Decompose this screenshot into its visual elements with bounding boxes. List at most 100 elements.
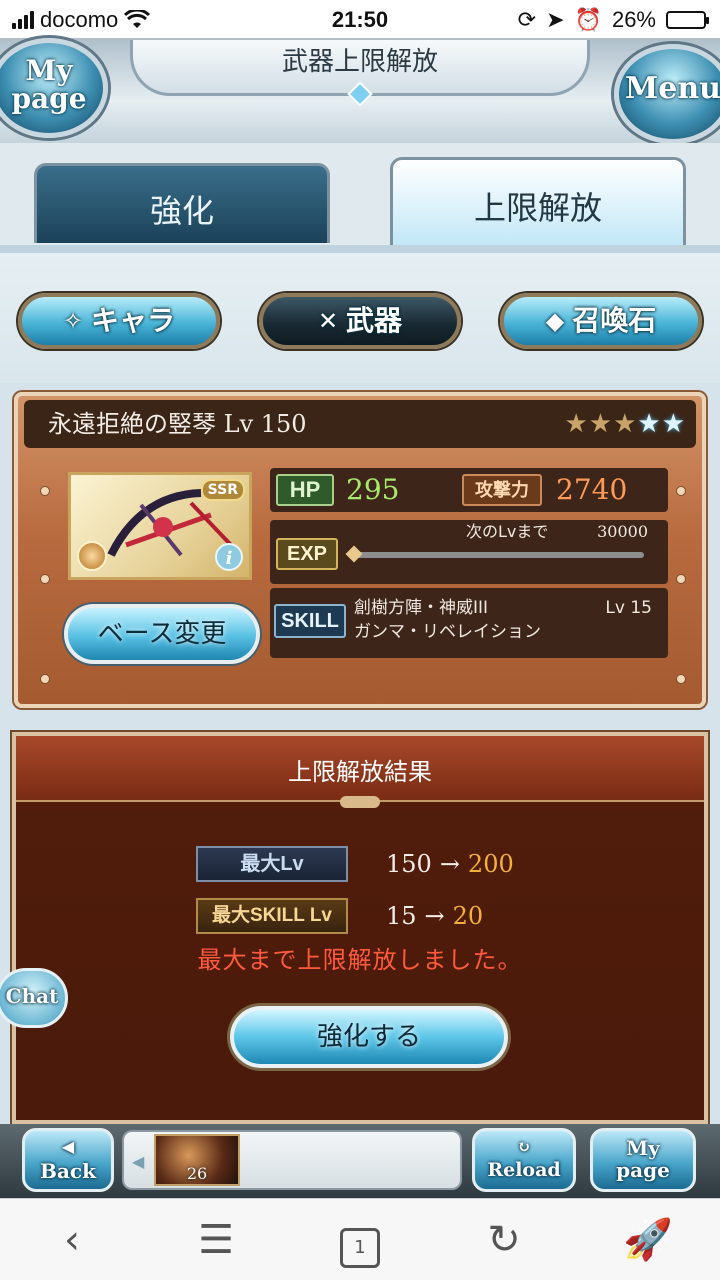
tab-count: 1 — [340, 1228, 380, 1268]
result-values: 150 → 200 — [386, 846, 514, 882]
tab-enhance[interactable]: 強化 — [34, 163, 330, 243]
mypage-label-1: My — [25, 54, 73, 87]
result-row-max-skill-lv: 最大SKILL Lv 15 → 20 — [196, 898, 616, 938]
crossed-swords-icon: ✕ — [317, 307, 339, 335]
tab-limit-break[interactable]: 上限解放 — [390, 157, 686, 249]
rivet-ornament — [676, 486, 686, 496]
browser-reload-icon[interactable]: ↻ — [474, 1215, 534, 1265]
game-bottom-bar: ◀ Back ◀ 26 ↻ Reload My page — [0, 1124, 720, 1198]
rotation-lock-icon: ⟳ — [517, 7, 537, 32]
game-header: My page 武器上限解放 Menu — [0, 38, 720, 144]
hp-value: 295 — [346, 473, 400, 506]
result-values: 15 → 20 — [386, 898, 483, 934]
star-blue-icon: ★ — [661, 409, 686, 439]
browser-menu-icon[interactable]: ☰ — [186, 1215, 246, 1265]
chat-button[interactable]: Chat — [0, 968, 68, 1028]
rocket-icon[interactable]: 🚀 — [618, 1215, 678, 1265]
back-button[interactable]: ◀ Back — [22, 1128, 114, 1192]
arrow-icon: → — [424, 902, 445, 930]
menu-button[interactable]: Menu — [614, 44, 720, 144]
value-before: 150 — [386, 850, 432, 878]
category-weapon-button[interactable]: ✕ 武器 — [259, 293, 461, 349]
mypage-label-2: page — [616, 1158, 670, 1182]
arrow-icon: → — [439, 850, 460, 878]
battery-percent: 26% — [611, 7, 656, 32]
tab-baseline — [0, 245, 720, 253]
next-lv-label: 次のLvまで — [466, 522, 549, 541]
rivet-ornament — [40, 486, 50, 496]
gem-ornament-icon — [347, 81, 373, 107]
menu-label: Menu — [625, 71, 720, 106]
back-label: Back — [40, 1159, 96, 1183]
queue-left-arrow-icon[interactable]: ◀ — [132, 1152, 144, 1171]
category-summon-button[interactable]: ◆ 召喚石 — [500, 293, 702, 349]
back-arrow-icon: ◀ — [61, 1137, 75, 1156]
element-icon — [77, 541, 107, 571]
result-title: 上限解放結果 — [16, 736, 704, 802]
skill-name: 創樹方陣・神威III — [354, 598, 489, 618]
rivet-ornament — [676, 574, 686, 584]
location-icon: ➤ — [546, 7, 565, 32]
category-summon-label: 召喚石 — [572, 304, 657, 337]
maxed-message: 最大まで上限解放しました。 — [197, 946, 523, 974]
skill-name: ガンマ・リベレイション — [354, 622, 541, 642]
page-title-text: 武器上限解放 — [281, 47, 438, 77]
mypage-label-1: My — [626, 1136, 660, 1160]
result-label: 最大SKILL Lv — [196, 898, 348, 934]
info-icon[interactable]: i — [215, 543, 243, 571]
battery-icon — [666, 11, 709, 29]
rarity-badge: SSR — [200, 479, 245, 501]
next-lv-value: 30000 — [597, 522, 648, 541]
value-after: 20 — [452, 902, 484, 930]
hp-tag: HP — [276, 474, 334, 506]
star-gold-icon: ★ — [613, 409, 638, 439]
weapon-name-bar: 永遠拒絶の竪琴 Lv 150 ★★★★★ — [24, 400, 696, 448]
mypage-button[interactable]: My page — [0, 38, 108, 138]
reload-icon: ↻ — [517, 1137, 531, 1156]
result-row-max-lv: 最大Lv 150 → 200 — [196, 846, 616, 886]
category-weapon-label: 武器 — [346, 304, 403, 337]
category-chara-button[interactable]: ✧ キャラ — [18, 293, 220, 349]
star-gold-icon: ★ — [564, 409, 589, 439]
browser-tabs-button[interactable]: 1 — [330, 1215, 390, 1268]
mypage-bottom-button[interactable]: My page — [590, 1128, 696, 1192]
exp-progress-bar — [350, 552, 644, 558]
stats-row: HP 295 攻撃力 2740 — [270, 468, 668, 512]
chat-label: Chat — [5, 984, 59, 1008]
enhance-button[interactable]: 強化する — [230, 1006, 508, 1068]
skill-row[interactable]: SKILL 創樹方陣・神威III ガンマ・リベレイション Lv 15 — [270, 588, 668, 658]
rivet-ornament — [40, 674, 50, 684]
weapon-thumbnail[interactable]: SSR i — [68, 472, 252, 580]
browser-toolbar: ‹ ☰ 1 ↻ 🚀 — [0, 1198, 720, 1280]
rarity-stars: ★★★★★ — [564, 400, 686, 448]
weapon-panel: 永遠拒絶の竪琴 Lv 150 ★★★★★ SSR i ベース変更 HP 295 … — [14, 392, 706, 708]
exp-marker-icon — [345, 545, 363, 563]
quest-queue-bar[interactable]: ◀ 26 — [122, 1130, 462, 1190]
reload-button[interactable]: ↻ Reload — [472, 1128, 576, 1192]
skill-tag: SKILL — [274, 604, 346, 638]
result-panel: 上限解放結果 最大Lv 150 → 200 最大SKILL Lv 15 → 20 最大ま… — [12, 732, 708, 1124]
queue-count: 26 — [186, 1164, 208, 1183]
result-label: 最大Lv — [196, 846, 348, 882]
browser-back-icon[interactable]: ‹ — [42, 1215, 102, 1265]
status-bar: docomo 21:50 ⟳ ➤ ⏰ 26% — [0, 0, 720, 38]
page-title: 武器上限解放 — [130, 40, 590, 107]
crystal-icon: ◆ — [545, 307, 565, 335]
category-chara-label: キャラ — [91, 304, 176, 337]
status-right: ⟳ ➤ ⏰ 26% — [517, 7, 709, 33]
queue-thumbnail[interactable]: 26 — [154, 1134, 240, 1186]
value-before: 15 — [386, 902, 417, 930]
value-after: 200 — [467, 850, 514, 878]
exp-tag: EXP — [276, 538, 338, 570]
tab-bar: 強化 上限解放 — [0, 143, 720, 253]
atk-tag: 攻撃力 — [462, 474, 542, 506]
divider-ornament — [340, 796, 380, 808]
mypage-label-2: page — [11, 82, 87, 115]
rivet-ornament — [40, 574, 50, 584]
sword-wing-icon: ✧ — [62, 307, 84, 335]
base-change-button[interactable]: ベース変更 — [64, 604, 260, 664]
skill-level: Lv 15 — [605, 598, 652, 618]
rivet-ornament — [676, 674, 686, 684]
exp-row: EXP 次のLvまで 30000 — [270, 520, 668, 584]
weapon-name: 永遠拒絶の竪琴 Lv 150 — [48, 410, 307, 438]
